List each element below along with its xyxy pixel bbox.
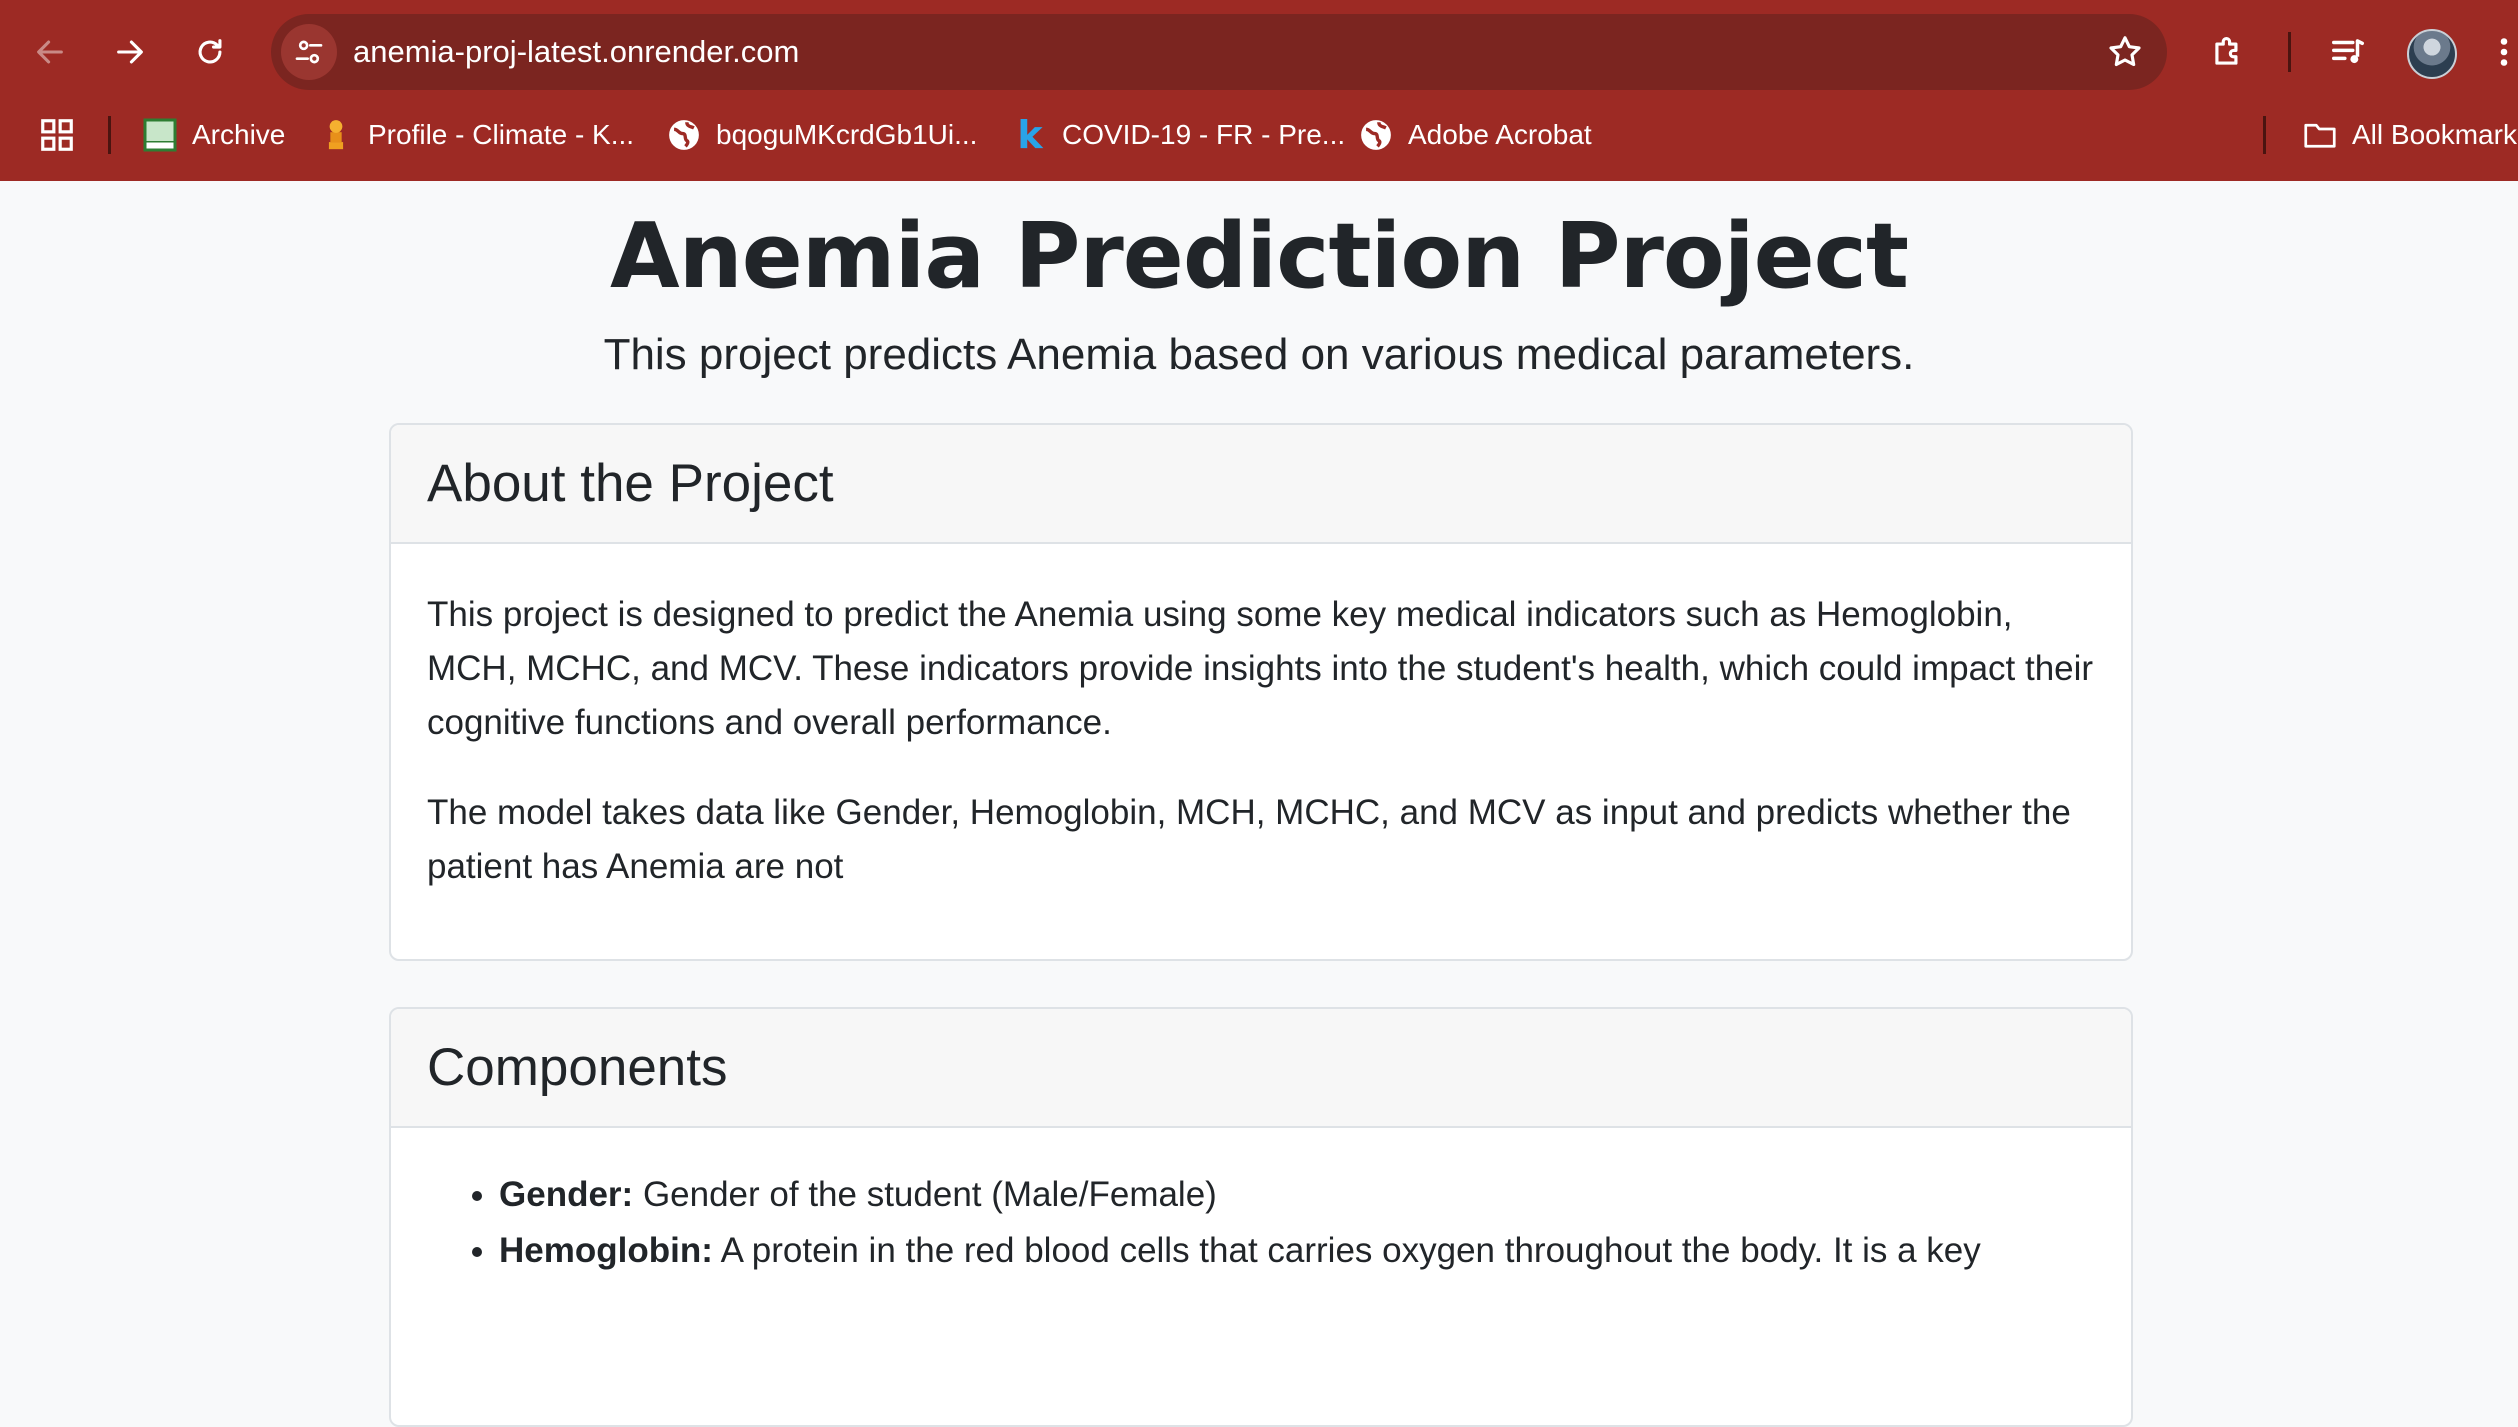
bookmark-label: Profile - Climate - K...	[368, 119, 635, 150]
component-term: Gender:	[499, 1175, 634, 1214]
star-icon[interactable]	[2105, 32, 2145, 72]
reload-button[interactable]	[178, 20, 242, 84]
bookmark-label: Archive	[192, 119, 286, 150]
page-title: Anemia Prediction Project	[609, 204, 1909, 309]
menu-button[interactable]	[2490, 22, 2518, 82]
page-content: Anemia Prediction Project This project p…	[0, 181, 2518, 1427]
neeri-icon	[142, 117, 178, 153]
list-item: Hemoglobin: A protein in the red blood c…	[499, 1224, 2095, 1278]
forward-button[interactable]	[98, 20, 162, 84]
components-card-body: Gender: Gender of the student (Male/Fema…	[391, 1128, 2131, 1278]
components-card: Components Gender: Gender of the student…	[389, 1007, 2133, 1427]
toolbar-divider	[2288, 32, 2291, 72]
url-text[interactable]: anemia-proj-latest.onrender.com	[353, 14, 799, 90]
component-desc: Gender of the student (Male/Female)	[642, 1175, 1217, 1214]
list-item: Gender: Gender of the student (Male/Fema…	[499, 1168, 2095, 1222]
bookmark-label: Adobe Acrobat	[1408, 119, 1592, 150]
bookmark-adobe-acrobat[interactable]: Adobe Acrobat	[1358, 104, 1592, 166]
profile-avatar[interactable]	[2407, 29, 2457, 79]
all-bookmarks-button[interactable]: All Bookmarks	[2302, 104, 2518, 166]
bookmarks-divider	[108, 116, 111, 154]
k-icon: k	[1017, 113, 1043, 157]
bookmark-covid[interactable]: k COVID-19 - FR - Pre...	[1012, 104, 1345, 166]
extensions-button[interactable]	[2198, 22, 2258, 82]
media-control-button[interactable]	[2318, 22, 2378, 82]
page-subtitle: This project predicts Anemia based on va…	[603, 330, 1915, 379]
components-card-header: Components	[391, 1009, 2131, 1128]
about-card: About the Project This project is design…	[389, 423, 2133, 961]
globe-icon	[666, 117, 702, 153]
tune-icon	[295, 40, 323, 64]
emblem-icon	[318, 117, 354, 153]
apps-button[interactable]	[38, 104, 76, 166]
all-bookmarks-label: All Bookmarks	[2352, 119, 2518, 150]
about-card-body: This project is designed to predict the …	[391, 544, 2131, 894]
bookmark-bqogu[interactable]: bqoguMKcrdGb1Ui...	[666, 104, 977, 166]
bookmark-profile-climate[interactable]: Profile - Climate - K...	[318, 104, 634, 166]
arrow-left-icon	[37, 40, 63, 64]
bookmarks-bar: Archive Profile - Climate - K... bqoguMK…	[0, 104, 2518, 181]
components-list: Gender: Gender of the student (Male/Fema…	[427, 1168, 2095, 1278]
apps-grid-icon	[41, 119, 73, 151]
bookmark-archive[interactable]: Archive	[142, 104, 285, 166]
globe-icon	[1358, 117, 1394, 153]
arrow-right-icon	[117, 40, 143, 64]
reload-icon	[198, 39, 222, 64]
bookmarks-divider	[2263, 116, 2266, 154]
playlist-icon	[2332, 39, 2364, 64]
component-desc: A protein in the red blood cells that ca…	[720, 1231, 1981, 1270]
site-info-button[interactable]	[281, 24, 337, 80]
browser-toolbar: anemia-proj-latest.onrender.com	[0, 0, 2518, 104]
component-term: Hemoglobin:	[499, 1231, 713, 1270]
bookmark-label: COVID-19 - FR - Pre...	[1062, 119, 1346, 150]
back-button[interactable]	[18, 20, 82, 84]
about-paragraph: The model takes data like Gender, Hemogl…	[427, 793, 2071, 886]
address-bar[interactable]: anemia-proj-latest.onrender.com	[271, 14, 2167, 90]
about-card-header: About the Project	[391, 425, 2131, 544]
puzzle-icon	[2215, 37, 2238, 65]
about-paragraph: This project is designed to predict the …	[427, 595, 2094, 742]
more-vert-icon	[2500, 38, 2508, 66]
bookmark-label: bqoguMKcrdGb1Ui...	[716, 119, 978, 150]
browser-chrome: anemia-proj-latest.onrender.com Archive …	[0, 0, 2518, 181]
folder-icon	[2302, 117, 2338, 153]
